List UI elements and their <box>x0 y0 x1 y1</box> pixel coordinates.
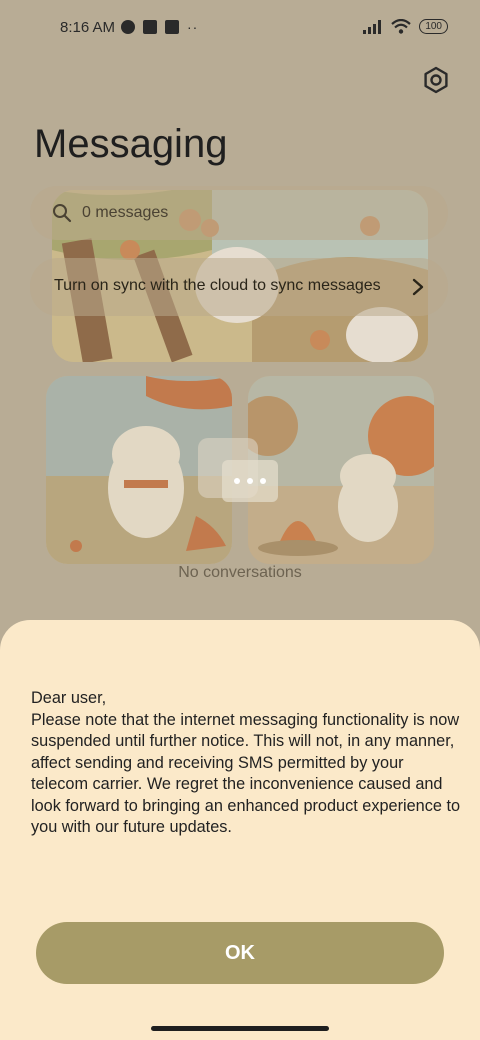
battery-icon: 100 <box>419 19 448 34</box>
cloud-sync-banner[interactable]: Turn on sync with the cloud to sync mess… <box>30 258 448 316</box>
cloud-sync-text: Turn on sync with the cloud to sync mess… <box>54 277 381 294</box>
more-notifications-icon: ·· <box>187 19 199 35</box>
status-bar: 8:16 AM ·· 100 <box>0 0 480 56</box>
empty-conversations-icon <box>198 438 278 502</box>
chevron-right-icon <box>412 278 424 296</box>
notice-greeting: Dear user, <box>31 689 107 707</box>
empty-state-text: No conversations <box>178 564 302 581</box>
search-bar[interactable]: 0 messages <box>30 186 448 240</box>
search-icon <box>53 204 72 223</box>
wifi-icon <box>391 19 412 34</box>
notice-message: Dear user, Please note that the internet… <box>31 688 463 839</box>
upload-notification-icon <box>165 20 179 34</box>
notification-icons: ·· <box>121 20 198 34</box>
status-time: 8:16 AM <box>60 19 116 36</box>
notice-dialog: Dear user, Please note that the internet… <box>0 620 480 1040</box>
page-title: Messaging <box>34 122 228 166</box>
settings-gear-icon[interactable] <box>422 66 450 94</box>
signal-icon <box>363 19 382 34</box>
app-notification-icon <box>121 20 135 34</box>
chat-bubble-icon <box>222 460 278 502</box>
ok-button[interactable]: OK <box>36 922 444 984</box>
notice-body: Please note that the internet messaging … <box>31 710 461 837</box>
gallery-notification-icon <box>143 20 157 34</box>
home-indicator[interactable] <box>151 1026 329 1031</box>
search-placeholder: 0 messages <box>82 204 169 221</box>
